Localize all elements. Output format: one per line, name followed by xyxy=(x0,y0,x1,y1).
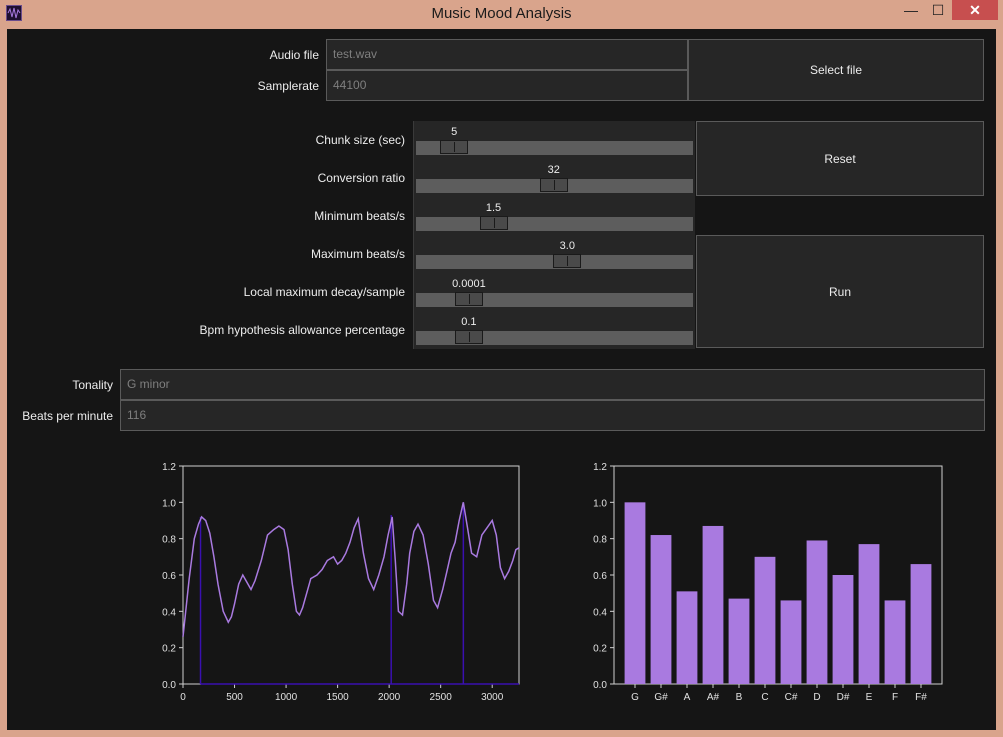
bar xyxy=(884,600,906,684)
audio-file-field[interactable]: test.wav xyxy=(326,39,688,70)
slider-label: Local maximum decay/sample xyxy=(243,285,405,299)
x-tick-label: 500 xyxy=(226,692,243,703)
slider-handle[interactable] xyxy=(553,254,582,268)
bar xyxy=(624,502,646,684)
y-tick-label: 0.0 xyxy=(593,680,607,691)
y-tick-label: 1.0 xyxy=(593,498,607,509)
main-panel: Audio file test.wav Samplerate 44100 Sel… xyxy=(7,29,996,730)
x-tick-label: G xyxy=(631,692,639,703)
y-tick-label: 0.4 xyxy=(162,607,176,618)
x-tick-label: G# xyxy=(654,692,668,703)
y-tick-label: 0.0 xyxy=(162,680,176,691)
slider[interactable]: 0.1 xyxy=(413,311,695,349)
slider-label: Conversion ratio xyxy=(317,171,405,185)
y-tick-label: 0.2 xyxy=(593,644,607,655)
slider-value: 5 xyxy=(451,126,458,138)
y-tick-label: 0.6 xyxy=(593,571,607,582)
bar xyxy=(650,535,672,684)
x-tick-label: C# xyxy=(785,692,798,703)
x-tick-label: 1000 xyxy=(275,692,298,703)
bar xyxy=(780,600,802,684)
title-bar: Music Mood Analysis — ☐ ✕ xyxy=(0,0,1003,29)
select-file-button[interactable]: Select file xyxy=(688,39,984,101)
slider-handle[interactable] xyxy=(440,140,469,154)
slider-value: 0.1 xyxy=(461,316,477,328)
bpm-label: Beats per minute xyxy=(22,409,113,423)
x-tick-label: 1500 xyxy=(326,692,349,703)
tonality-label: Tonality xyxy=(72,378,113,392)
slider[interactable]: 0.0001 xyxy=(413,273,695,311)
y-tick-label: 0.4 xyxy=(593,607,607,618)
bar xyxy=(728,598,750,684)
slider-label: Chunk size (sec) xyxy=(315,133,405,147)
maximize-button[interactable]: ☐ xyxy=(925,0,951,20)
x-tick-label: E xyxy=(866,692,873,703)
samplerate-field[interactable]: 44100 xyxy=(326,70,688,101)
y-tick-label: 0.2 xyxy=(162,644,176,655)
x-tick-label: 2500 xyxy=(430,692,453,703)
bpm-field[interactable]: 116 xyxy=(120,400,985,431)
bar xyxy=(702,525,724,684)
slider-label: Minimum beats/s xyxy=(314,209,405,223)
plot-frame xyxy=(182,465,520,685)
bar xyxy=(676,591,698,684)
bar xyxy=(858,544,880,684)
y-tick-label: 1.0 xyxy=(162,498,176,509)
slider[interactable]: 3.0 xyxy=(413,235,695,273)
slider-handle[interactable] xyxy=(479,216,508,230)
y-tick-label: 0.8 xyxy=(593,535,607,546)
x-tick-label: D xyxy=(813,692,820,703)
reset-button[interactable]: Reset xyxy=(696,121,984,196)
x-tick-label: F# xyxy=(915,692,927,703)
x-tick-label: 2000 xyxy=(378,692,401,703)
run-button[interactable]: Run xyxy=(696,235,984,348)
x-tick-label: C xyxy=(761,692,768,703)
slider-value: 32 xyxy=(547,164,560,176)
y-tick-label: 1.2 xyxy=(162,462,176,473)
slider[interactable]: 32 xyxy=(413,159,695,197)
bar xyxy=(910,564,932,684)
y-tick-label: 0.6 xyxy=(162,571,176,582)
x-tick-label: A xyxy=(684,692,691,703)
bar xyxy=(806,540,828,684)
slider-label: Bpm hypothesis allowance percentage xyxy=(199,323,405,337)
envelope-line xyxy=(182,502,520,637)
samplerate-label: Samplerate xyxy=(257,79,319,93)
chroma-bar-chart: 0.0 0.2 0.4 0.6 0.8 1.0 1.2 G G# A A# B C C# D D# E F F# xyxy=(593,462,943,703)
x-tick-label: B xyxy=(736,692,743,703)
bar xyxy=(754,556,776,684)
slider-track[interactable] xyxy=(416,217,693,231)
x-tick-label: 0 xyxy=(180,692,186,703)
slider-handle[interactable] xyxy=(454,292,483,306)
slider-handle[interactable] xyxy=(454,330,483,344)
slider-value: 0.0001 xyxy=(452,278,486,290)
x-tick-label: 3000 xyxy=(481,692,504,703)
bar xyxy=(832,575,854,684)
slider-value: 3.0 xyxy=(559,240,575,252)
y-tick-label: 0.8 xyxy=(162,535,176,546)
x-tick-label: F xyxy=(892,692,898,703)
audio-file-label: Audio file xyxy=(269,48,319,62)
slider-handle[interactable] xyxy=(539,178,568,192)
onset-envelope-chart: 0.0 0.2 0.4 0.6 0.8 1.0 1.2 0 500 1000 1500 2000 250… xyxy=(162,462,520,703)
x-tick-label: D# xyxy=(837,692,850,703)
close-button[interactable]: ✕ xyxy=(952,0,998,20)
tonality-field[interactable]: G minor xyxy=(120,369,985,400)
slider-label: Maximum beats/s xyxy=(310,247,405,261)
y-tick-label: 1.2 xyxy=(593,462,607,473)
slider[interactable]: 5 xyxy=(413,121,695,159)
minimize-button[interactable]: — xyxy=(898,0,924,20)
slider-value: 1.5 xyxy=(485,202,502,214)
window-title: Music Mood Analysis xyxy=(431,5,572,22)
slider[interactable]: 1.5 xyxy=(413,197,695,235)
x-tick-label: A# xyxy=(707,692,720,703)
